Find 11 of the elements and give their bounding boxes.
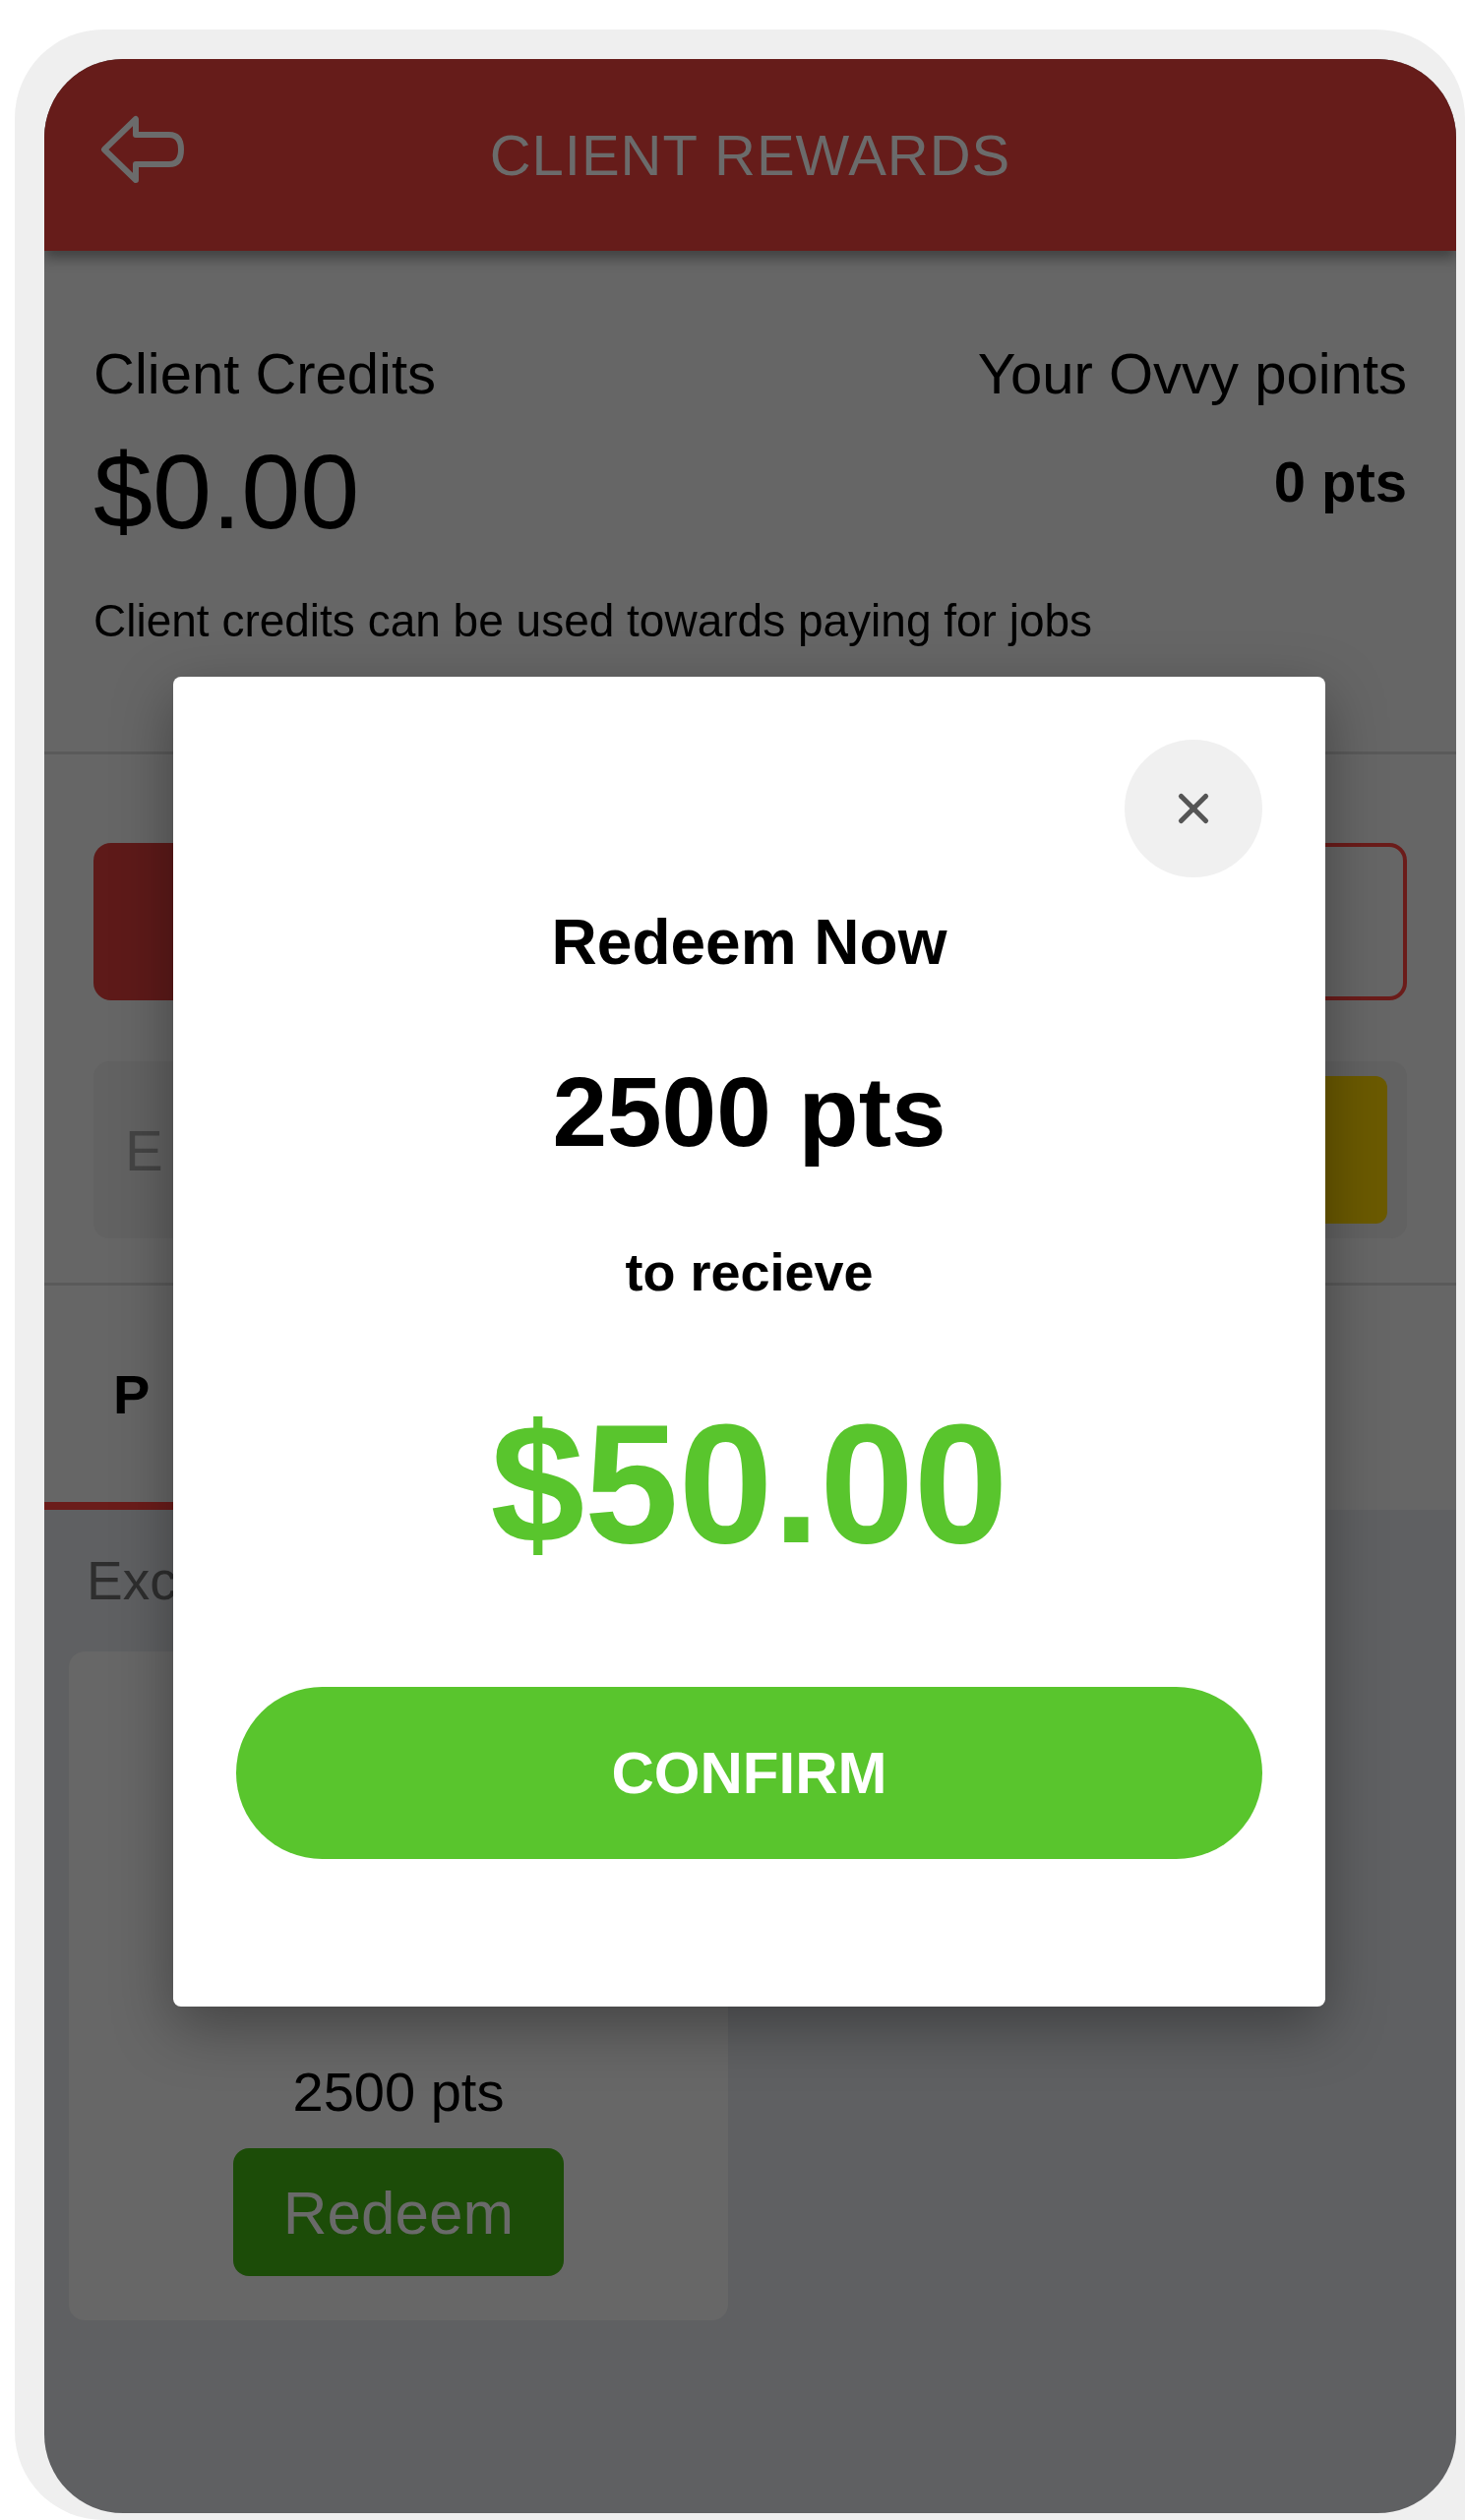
screen-title: CLIENT REWARDS bbox=[489, 122, 1011, 188]
reward-points: 2500 pts bbox=[292, 2060, 505, 2124]
dialog-caption: to recieve bbox=[625, 1245, 874, 1298]
dialog-title: Redeem Now bbox=[551, 911, 947, 974]
dialog-points: 2500 pts bbox=[552, 1055, 946, 1169]
points-value: 0 pts bbox=[1273, 448, 1407, 515]
dialog-amount: $50.00 bbox=[490, 1399, 1008, 1568]
points-label: Your Ovvy points bbox=[977, 340, 1407, 407]
credits-label: Client Credits bbox=[93, 340, 437, 407]
credits-amount: $0.00 bbox=[93, 430, 360, 553]
credits-note: Client credits can be used towards paying for jobs bbox=[93, 594, 1094, 648]
